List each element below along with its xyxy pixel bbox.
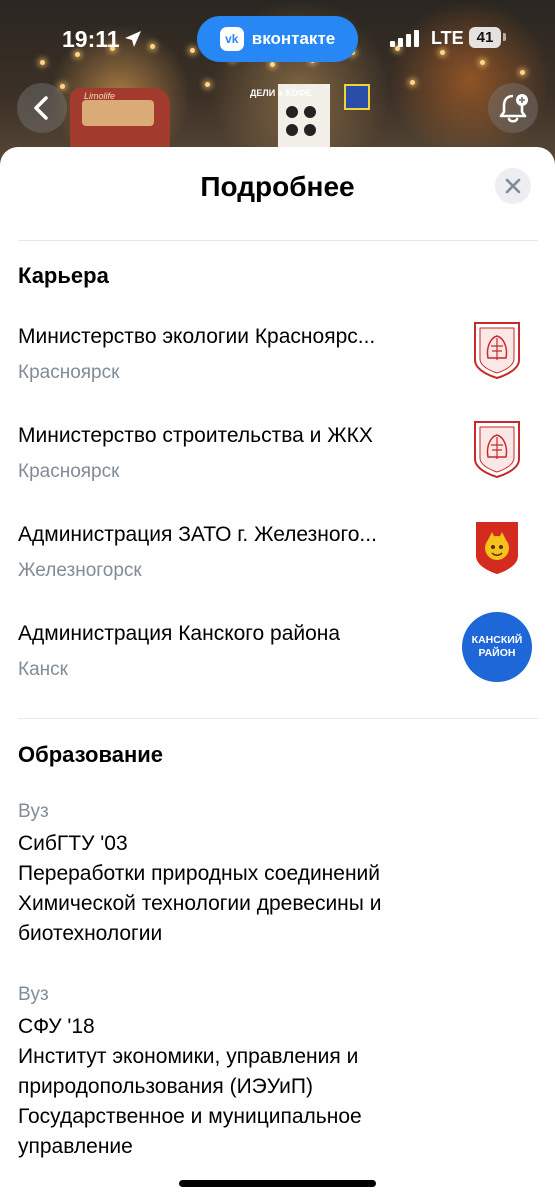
- career-item[interactable]: Администрация Канского района Канск КАНС…: [0, 612, 555, 710]
- back-button[interactable]: [17, 83, 67, 133]
- education-line: биотехнологии: [18, 922, 163, 945]
- education-line: Институт экономики, управления и: [18, 1045, 359, 1068]
- return-to-app-pill[interactable]: vk вконтакте: [197, 16, 358, 62]
- education-line: СибГТУ '03: [18, 832, 128, 855]
- education-line: Химической технологии древесины и: [18, 892, 382, 915]
- career-item-name: Администрация Канского района: [18, 622, 341, 645]
- education-line: природопользования (ИЭУиП): [18, 1075, 313, 1098]
- location-arrow-icon: [125, 31, 141, 47]
- education-type: Вуз: [18, 984, 49, 1005]
- status-bar: 19:11 vk вконтакте LTE 41: [0, 0, 555, 80]
- career-item-city: Железногорск: [18, 560, 142, 581]
- education-item[interactable]: Вуз СФУ '18 Институт экономики, управлен…: [18, 984, 538, 1162]
- krasnoyarsk-coat-of-arms-icon: [462, 315, 532, 385]
- career-item-name: Министерство строительства и ЖКХ: [18, 424, 373, 447]
- education-line: СФУ '18: [18, 1015, 95, 1038]
- food-truck-sign: Limolife: [84, 91, 116, 101]
- cellular-signal-icon: [390, 29, 422, 47]
- close-icon: [505, 178, 521, 194]
- bell-plus-icon: [499, 94, 528, 123]
- chevron-left-icon: [34, 96, 48, 120]
- coffee-logo-icon: [286, 106, 322, 142]
- battery-icon: 41: [469, 27, 501, 48]
- career-item-city: Красноярск: [18, 461, 120, 482]
- status-time: 19:11: [62, 26, 120, 52]
- zheleznogorsk-coat-of-arms-icon: [462, 513, 532, 583]
- career-item-name: Администрация ЗАТО г. Железного...: [18, 523, 377, 546]
- crosswalk-sign-icon: [344, 84, 370, 110]
- kansk-district-logo-icon: КАНСКИЙ РАЙОН: [462, 612, 532, 682]
- coffee-kiosk-sign: ДЕЛИ ● КОФЕ: [250, 88, 312, 98]
- education-line: Государственное и муниципальное: [18, 1105, 362, 1128]
- network-type: LTE: [431, 28, 464, 48]
- career-item-city: Красноярск: [18, 362, 120, 383]
- divider: [18, 240, 538, 241]
- career-item-city: Канск: [18, 659, 68, 680]
- home-indicator[interactable]: [179, 1180, 376, 1187]
- career-section-title: Карьера: [18, 263, 109, 288]
- krasnoyarsk-coat-of-arms-icon: [462, 414, 532, 484]
- career-item[interactable]: Министерство строительства и ЖКХ Красноя…: [0, 421, 555, 512]
- career-item-name: Министерство экологии Красноярс...: [18, 325, 376, 348]
- career-item[interactable]: Министерство экологии Красноярс... Красн…: [0, 322, 555, 413]
- close-button[interactable]: [495, 168, 531, 204]
- sheet-title: Подробнее: [200, 171, 355, 202]
- vk-logo-icon: vk: [219, 27, 244, 51]
- education-item[interactable]: Вуз СибГТУ '03 Переработки природных сое…: [18, 801, 538, 949]
- battery-level: 41: [476, 29, 494, 46]
- education-section-title: Образование: [18, 742, 163, 767]
- education-type: Вуз: [18, 801, 49, 822]
- career-item[interactable]: Администрация ЗАТО г. Железного... Желез…: [0, 522, 555, 611]
- return-to-app-label: вконтакте: [251, 29, 336, 48]
- divider: [18, 718, 538, 719]
- details-sheet: Подробнее Карьера Министерство экологии …: [0, 147, 555, 1200]
- education-line: управление: [18, 1135, 133, 1158]
- subscribe-notifications-button[interactable]: [488, 83, 538, 133]
- education-line: Переработки природных соединений: [18, 862, 381, 885]
